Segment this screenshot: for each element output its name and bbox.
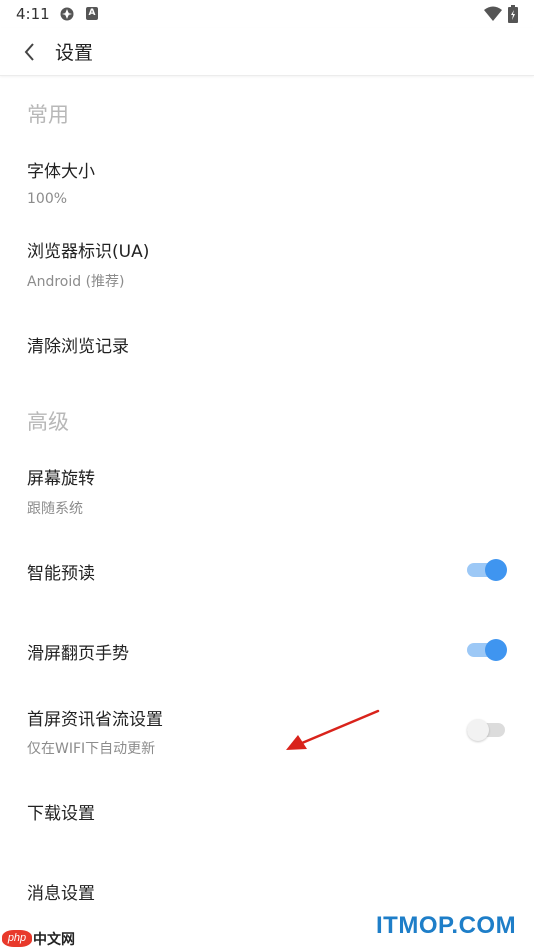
setting-title: 滑屏翻页手势: [27, 644, 129, 664]
battery-icon: [508, 5, 518, 23]
setting-download[interactable]: 下载设置: [0, 785, 534, 835]
setting-notifications[interactable]: 消息设置: [0, 865, 534, 915]
page-title: 设置: [55, 42, 94, 64]
setting-title: 下载设置: [27, 804, 95, 824]
section-header-common: 常用: [27, 103, 69, 127]
setting-title: 屏幕旋转: [27, 469, 95, 489]
setting-data-saver[interactable]: 首屏资讯省流设置 仅在WIFI下自动更新: [0, 695, 534, 765]
setting-user-agent[interactable]: 浏览器标识(UA) Android (推荐): [0, 228, 534, 298]
setting-value: 100%: [27, 191, 68, 207]
annotation-arrow-icon: [286, 709, 380, 750]
php-logo: php: [2, 930, 32, 947]
setting-font-size[interactable]: 字体大小 100%: [0, 148, 534, 218]
data-saver-toggle[interactable]: [467, 718, 507, 742]
setting-subtitle: 仅在WIFI下自动更新: [27, 741, 156, 757]
status-time: 4:11: [16, 5, 50, 23]
setting-title: 消息设置: [27, 884, 95, 904]
status-bar: 4:11 A: [0, 0, 534, 28]
setting-value: 跟随系统: [27, 501, 83, 517]
setting-value: Android (推荐): [27, 274, 125, 290]
chevron-left-icon[interactable]: [16, 38, 44, 66]
toggle-thumb: [485, 639, 507, 661]
a-icon: A: [86, 7, 98, 20]
setting-title: 智能预读: [27, 564, 95, 584]
toggle-thumb: [467, 719, 489, 741]
swipe-gesture-toggle[interactable]: [467, 638, 507, 662]
app-bar: 设置: [0, 28, 534, 76]
setting-title: 清除浏览记录: [27, 337, 129, 357]
setting-title: 字体大小: [27, 162, 95, 182]
watermark-itmop: ITMOP.COM: [376, 912, 517, 939]
smart-preload-toggle[interactable]: [467, 558, 507, 582]
setting-title: 浏览器标识(UA): [27, 242, 150, 262]
setting-swipe-gesture[interactable]: 滑屏翻页手势: [0, 625, 534, 675]
sync-icon: [60, 7, 74, 21]
section-header-advanced: 高级: [27, 410, 69, 434]
setting-smart-preload[interactable]: 智能预读: [0, 545, 534, 595]
watermark-text: 中文网: [33, 932, 75, 948]
wifi-icon: [484, 6, 502, 21]
setting-clear-history[interactable]: 清除浏览记录: [0, 318, 534, 368]
toggle-thumb: [485, 559, 507, 581]
setting-screen-rotation[interactable]: 屏幕旋转 跟随系统: [0, 455, 534, 525]
setting-title: 首屏资讯省流设置: [27, 710, 163, 730]
